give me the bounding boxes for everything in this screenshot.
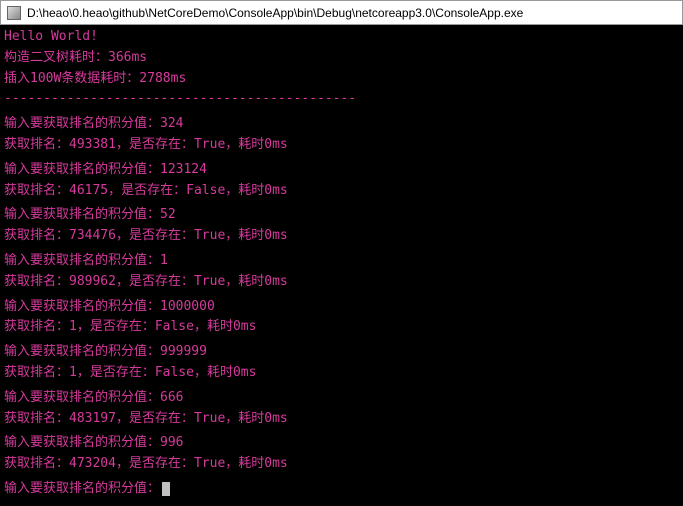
query-result: 获取排名：1，是否存在：False，耗时0ms [4, 317, 679, 338]
query-prompt: 输入要获取排名的积分值：324 [4, 114, 679, 135]
current-prompt: 输入要获取排名的积分值： [4, 481, 160, 496]
query-block: 输入要获取排名的积分值：999999获取排名：1，是否存在：False，耗时0m… [4, 342, 679, 384]
separator-line: ----------------------------------------… [4, 89, 679, 110]
console-output[interactable]: Hello World! 构造二叉树耗时：366ms 插入100W条数据耗时：2… [0, 25, 683, 506]
query-prompt: 输入要获取排名的积分值：1 [4, 251, 679, 272]
query-result: 获取排名：989962，是否存在：True，耗时0ms [4, 272, 679, 293]
query-prompt: 输入要获取排名的积分值：666 [4, 388, 679, 409]
window-title: D:\heao\0.heao\github\NetCoreDemo\Consol… [27, 6, 523, 20]
query-block: 输入要获取排名的积分值：666获取排名：483197，是否存在：True，耗时0… [4, 388, 679, 430]
query-result: 获取排名：483197，是否存在：True，耗时0ms [4, 409, 679, 430]
hello-line: Hello World! [4, 27, 679, 48]
query-prompt: 输入要获取排名的积分值：123124 [4, 160, 679, 181]
query-block: 输入要获取排名的积分值：123124获取排名：46175，是否存在：False，… [4, 160, 679, 202]
query-block: 输入要获取排名的积分值：324获取排名：493381，是否存在：True，耗时0… [4, 114, 679, 156]
query-result: 获取排名：473204，是否存在：True，耗时0ms [4, 454, 679, 475]
query-block: 输入要获取排名的积分值：1000000获取排名：1，是否存在：False，耗时0… [4, 297, 679, 339]
cursor-icon [162, 482, 170, 496]
query-block: 输入要获取排名的积分值：996获取排名：473204，是否存在：True，耗时0… [4, 433, 679, 475]
app-icon [7, 6, 21, 20]
build-time-line: 构造二叉树耗时：366ms [4, 48, 679, 69]
query-block: 输入要获取排名的积分值：52获取排名：734476，是否存在：True，耗时0m… [4, 205, 679, 247]
window-titlebar[interactable]: D:\heao\0.heao\github\NetCoreDemo\Consol… [0, 0, 683, 25]
current-prompt-block: 输入要获取排名的积分值： [4, 479, 679, 500]
query-result: 获取排名：493381，是否存在：True，耗时0ms [4, 135, 679, 156]
query-prompt: 输入要获取排名的积分值：999999 [4, 342, 679, 363]
query-block: 输入要获取排名的积分值：1获取排名：989962，是否存在：True，耗时0ms [4, 251, 679, 293]
queries-container: 输入要获取排名的积分值：324获取排名：493381，是否存在：True，耗时0… [4, 114, 679, 475]
query-prompt: 输入要获取排名的积分值：996 [4, 433, 679, 454]
query-prompt: 输入要获取排名的积分值：1000000 [4, 297, 679, 318]
query-result: 获取排名：734476，是否存在：True，耗时0ms [4, 226, 679, 247]
query-result: 获取排名：1，是否存在：False，耗时0ms [4, 363, 679, 384]
insert-time-line: 插入100W条数据耗时：2788ms [4, 69, 679, 90]
query-prompt: 输入要获取排名的积分值：52 [4, 205, 679, 226]
query-result: 获取排名：46175，是否存在：False，耗时0ms [4, 181, 679, 202]
